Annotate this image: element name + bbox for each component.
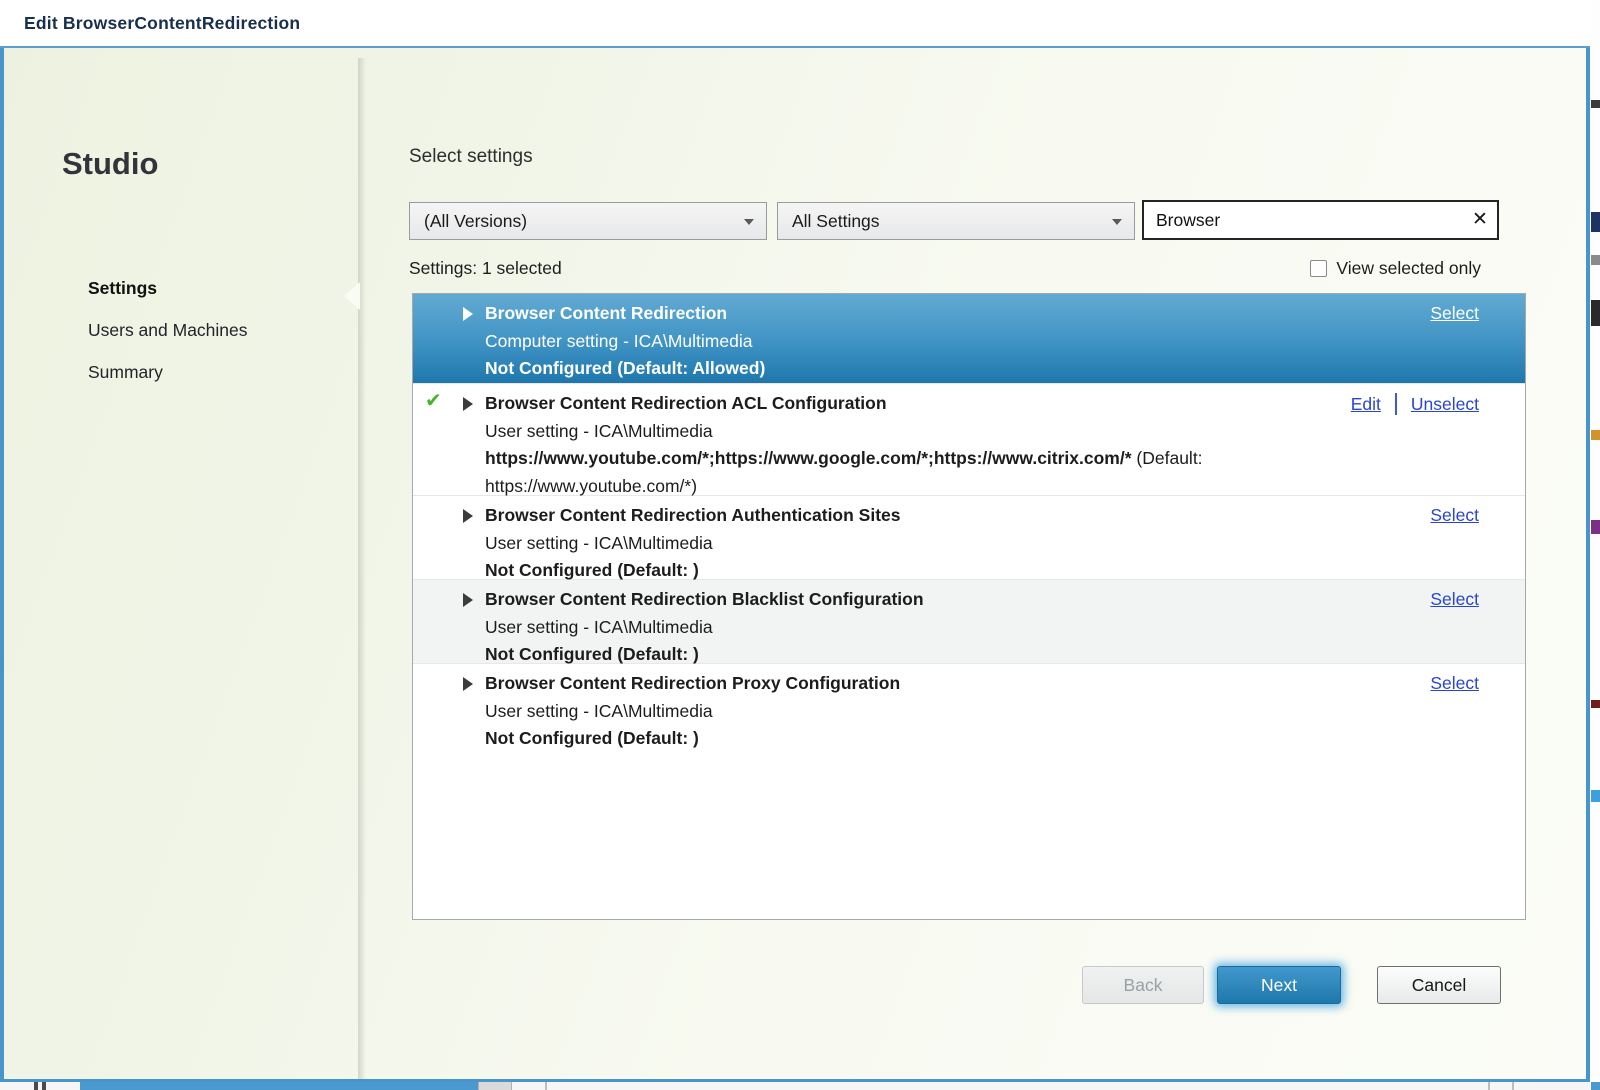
setting-row-acl-configuration[interactable]: ✔ Browser Content Redirection ACL Config… — [413, 384, 1525, 496]
dialog-titlebar: Edit BrowserContentRedirection — [0, 0, 1590, 48]
clear-search-icon[interactable]: ✕ — [1463, 202, 1497, 238]
view-selected-only: View selected only — [1310, 258, 1481, 279]
select-link[interactable]: Select — [1430, 673, 1479, 694]
select-link[interactable]: Select — [1430, 505, 1479, 526]
select-link[interactable]: Select — [1430, 589, 1479, 610]
expand-icon[interactable] — [463, 397, 473, 411]
selected-check-icon: ✔ — [425, 390, 442, 412]
setting-row-blacklist-configuration[interactable]: Browser Content Redirection Blacklist Co… — [413, 580, 1525, 664]
background-window-bottom-strip — [0, 1082, 1600, 1090]
settings-list: Browser Content Redirection Computer set… — [412, 293, 1526, 920]
search-input[interactable] — [1144, 209, 1463, 231]
link-separator — [1394, 393, 1397, 415]
setting-value: Not Configured (Default: ) — [485, 728, 699, 748]
setting-row-authentication-sites[interactable]: Browser Content Redirection Authenticati… — [413, 496, 1525, 580]
setting-value: Not Configured (Default: Allowed) — [485, 358, 766, 378]
select-link[interactable]: Select — [1430, 303, 1479, 324]
setting-title: Browser Content Redirection Proxy Config… — [485, 673, 901, 693]
screen: Edit BrowserContentRedirection Studio Se… — [0, 0, 1600, 1090]
category-dropdown[interactable]: All Settings — [777, 202, 1135, 240]
sidebar-divider — [358, 58, 366, 1079]
setting-scope: User setting - ICA\Multimedia — [485, 616, 713, 637]
chevron-down-icon — [1112, 219, 1122, 225]
category-dropdown-value: All Settings — [792, 210, 880, 231]
cancel-button[interactable]: Cancel — [1377, 966, 1501, 1004]
expand-icon[interactable] — [463, 307, 473, 321]
settings-search: ✕ — [1142, 200, 1499, 240]
setting-title: Browser Content Redirection Authenticati… — [485, 505, 901, 525]
sidebar-item-users-and-machines[interactable]: Users and Machines — [88, 320, 248, 362]
edit-policy-dialog: Edit BrowserContentRedirection Studio Se… — [0, 0, 1590, 1082]
edit-link[interactable]: Edit — [1351, 394, 1381, 415]
sidebar-item-summary[interactable]: Summary — [88, 362, 248, 404]
view-selected-only-label[interactable]: View selected only — [1336, 258, 1481, 279]
next-button[interactable]: Next — [1217, 966, 1341, 1004]
setting-row-browser-content-redirection[interactable]: Browser Content Redirection Computer set… — [413, 294, 1525, 384]
setting-scope: User setting - ICA\Multimedia — [485, 532, 713, 553]
back-button[interactable]: Back — [1082, 966, 1204, 1004]
background-horizontal-scrollbar — [80, 1082, 478, 1090]
setting-title: Browser Content Redirection — [485, 303, 728, 323]
setting-value: https://www.youtube.com/*;https://www.go… — [485, 448, 1132, 468]
studio-logo: Studio — [62, 146, 159, 181]
background-window-sliver — [1590, 0, 1600, 1090]
wizard-steps: Settings Users and Machines Summary — [88, 278, 248, 404]
expand-icon[interactable] — [463, 677, 473, 691]
setting-scope: Computer setting - ICA\Multimedia — [485, 330, 753, 351]
setting-value: Not Configured (Default: ) — [485, 560, 699, 580]
dialog-title: Edit BrowserContentRedirection — [24, 12, 301, 33]
setting-title: Browser Content Redirection Blacklist Co… — [485, 589, 924, 609]
expand-icon[interactable] — [463, 509, 473, 523]
version-dropdown[interactable]: (All Versions) — [409, 202, 767, 240]
selected-count: Settings: 1 selected — [409, 258, 562, 278]
setting-value: Not Configured (Default: ) — [485, 644, 699, 664]
setting-scope: User setting - ICA\Multimedia — [485, 700, 713, 721]
setting-scope: User setting - ICA\Multimedia — [485, 420, 713, 441]
sidebar-item-settings[interactable]: Settings — [88, 278, 248, 320]
setting-row-proxy-configuration[interactable]: Browser Content Redirection Proxy Config… — [413, 664, 1525, 748]
view-selected-only-checkbox[interactable] — [1310, 260, 1328, 277]
page-title: Select settings — [409, 146, 533, 167]
setting-title: Browser Content Redirection ACL Configur… — [485, 393, 887, 413]
chevron-down-icon — [744, 219, 754, 225]
unselect-link[interactable]: Unselect — [1411, 394, 1479, 415]
expand-icon[interactable] — [463, 593, 473, 607]
version-dropdown-value: (All Versions) — [424, 210, 528, 231]
active-step-pointer — [344, 282, 360, 310]
